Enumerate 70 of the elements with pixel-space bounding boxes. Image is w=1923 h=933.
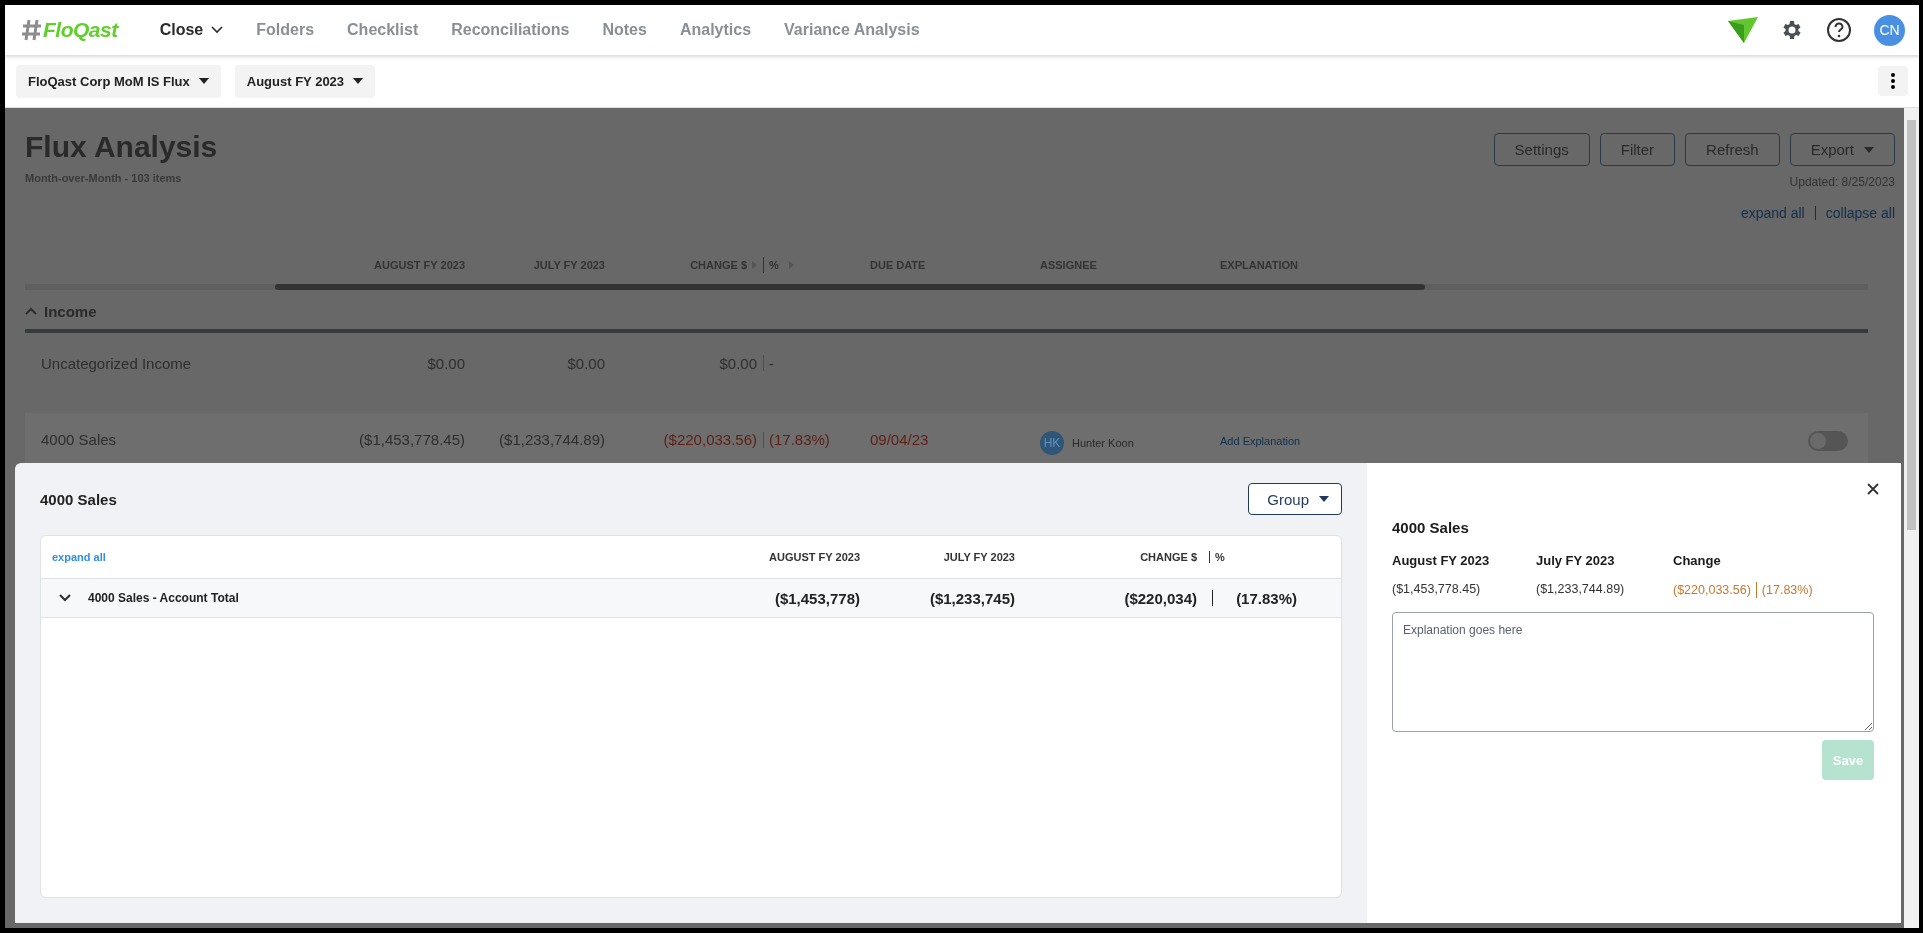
close-icon [1867,483,1879,495]
drawer-title: 4000 Sales [40,490,117,508]
detail-label: Change [1673,553,1722,568]
hash-icon [22,19,42,41]
nav-tab[interactable]: Analytics [679,21,752,39]
group-button[interactable]: Group [1248,483,1342,515]
account-name[interactable]: Uncategorized Income [25,354,335,372]
section-title: Income [44,302,97,320]
nav-tab[interactable]: Checklist [347,21,419,39]
column-header: AUGUST FY 2023 [768,551,860,563]
expand-all-link[interactable]: expand all [41,551,710,563]
detail-value: ($1,453,778.45) [1392,582,1481,596]
table-cell: (17.83%) [769,431,830,448]
account-total-name: 4000 Sales - Account Total [88,591,239,605]
more-button[interactable] [1878,66,1908,96]
table-cell-text: ($220,034) [1123,589,1197,607]
detail-value: (17.83%) [1761,583,1813,597]
table-cell-text: ($1,453,778) [773,589,860,607]
nav-tab[interactable]: Folders [256,21,315,39]
nav-tab[interactable]: Variance Analysis [784,21,920,39]
add-explanation-link[interactable]: Add Explanation [1220,435,1301,447]
explanation-field[interactable]: Explanation goes here [1392,612,1874,732]
table-cell-text: ($220,033.56) [662,431,757,448]
toolbar-button[interactable]: Refresh [1685,133,1780,166]
caret-icon [353,78,364,84]
vertical-scrollbar[interactable] [1904,108,1919,928]
dropdown-button[interactable]: FloQast Corp MoM IS Flux [16,64,221,98]
nav-tab[interactable]: Reconciliations [451,21,570,39]
table-cell-text: ($1,453,778.45) [358,431,465,448]
toolbar-button[interactable]: Export [1789,133,1895,166]
table-cell-text: ($1,233,745) [928,589,1015,607]
table-cell-text: $0.00 [426,354,465,372]
due-date: 09/04/23 [869,431,930,448]
nav-tab[interactable]: Notes [602,21,647,39]
page-title: Flux Analysis [25,130,218,164]
column-header[interactable]: % [769,259,779,271]
caret-icon [1319,496,1329,502]
assignee-name: Hunter Koon [1072,437,1134,449]
column-header: % [1215,551,1225,563]
user-avatar[interactable]: CN [1874,14,1905,46]
caret-icon [198,78,209,84]
detail-label: August FY 2023 [1392,553,1491,568]
detail-title: 4000 Sales [1392,519,1470,536]
caret-icon [1864,146,1874,153]
dropdown-button[interactable]: August FY 2023 [234,64,376,98]
table-cell: - [769,354,774,372]
nav-tab[interactable]: Close [159,21,224,39]
text-link[interactable]: collapse all [1825,205,1895,221]
text-link[interactable]: expand all [1740,205,1805,221]
chevron-icon[interactable] [59,594,71,602]
table-cell-text: $0.00 [718,354,757,372]
toolbar-button[interactable]: Settings [1493,133,1590,166]
more-icon [1891,73,1895,89]
table-cell-text: $0.00 [566,354,605,372]
assignee-avatar: HK [1040,431,1064,455]
help-icon[interactable] [1826,17,1852,43]
triangle-logo-icon[interactable] [1728,17,1758,43]
detail-value: ($1,233,744.89) [1536,582,1625,596]
column-header: JULY FY 2023 [942,551,1015,563]
chevron-icon [211,26,224,34]
toggle-switch[interactable] [1808,431,1848,451]
column-header: CHANGE $ [1139,551,1197,563]
table-cell: (17.83%) [1236,589,1297,607]
logo-text[interactable]: FloQast [43,18,118,42]
detail-label: July FY 2023 [1536,553,1616,568]
account-name[interactable]: 4000 Sales [25,431,335,448]
horizontal-scrollbar[interactable] [25,284,1868,290]
table-cell-text: ($1,233,744.89) [498,431,605,448]
toolbar-button[interactable]: Filter [1599,133,1676,166]
detail-value: ($220,033.56) [1673,583,1751,597]
